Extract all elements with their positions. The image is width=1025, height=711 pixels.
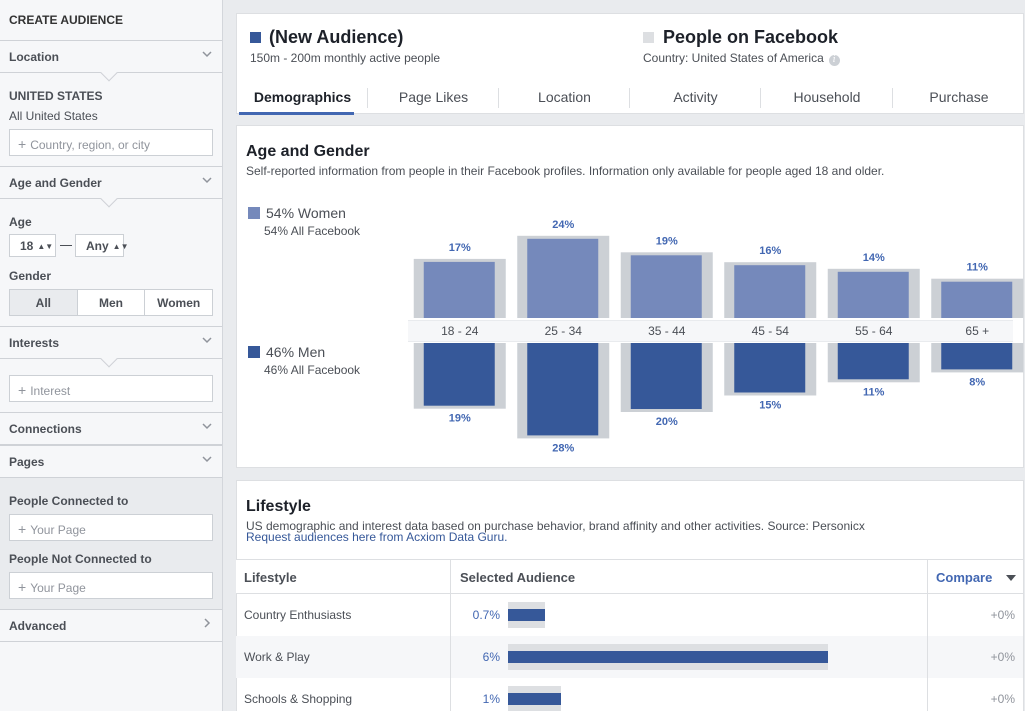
age-category-label: 25 - 34 xyxy=(545,324,583,338)
lifestyle-name: Country Enthusiasts xyxy=(244,608,352,622)
women-bar xyxy=(423,261,495,318)
men-bar xyxy=(630,343,702,409)
caret-down-icon xyxy=(1006,575,1016,581)
women-value-label: 24% xyxy=(552,219,574,231)
women-bar xyxy=(527,238,599,318)
lifestyle-bar xyxy=(508,609,546,621)
lifestyle-percent: 6% xyxy=(482,650,500,664)
men-value-label: 20% xyxy=(656,416,678,428)
age-category-label: 18 - 24 xyxy=(441,324,479,338)
women-value-label: 19% xyxy=(656,235,678,247)
lifestyle-compare: +0% xyxy=(990,608,1015,622)
men-bar xyxy=(734,343,806,393)
selected-audience-column-header: Selected Audience xyxy=(460,570,576,585)
column-separator xyxy=(450,559,451,711)
men-value-label: 15% xyxy=(759,400,781,412)
age-category-label: 35 - 44 xyxy=(648,324,686,338)
men-bar xyxy=(837,343,909,380)
acxiom-link[interactable]: Request audiences here from Acxiom Data … xyxy=(246,530,507,544)
compare-dropdown[interactable]: Compare xyxy=(936,570,992,585)
women-bar xyxy=(941,281,1013,318)
lifestyle-percent: 0.7% xyxy=(472,608,500,622)
lifestyle-row[interactable]: Schools & Shopping 1% +0% xyxy=(236,678,1023,711)
women-value-label: 16% xyxy=(759,245,781,257)
lifestyle-percent: 1% xyxy=(482,692,500,706)
women-value-label: 17% xyxy=(449,242,471,254)
lifestyle-row[interactable]: Work & Play 6% +0% xyxy=(236,636,1023,678)
women-bar xyxy=(630,255,702,318)
lifestyle-table-header: Lifestyle Selected Audience Compare xyxy=(236,559,1023,594)
age-category-label: 65 + xyxy=(965,324,989,338)
women-value-label: 11% xyxy=(967,262,989,274)
men-value-label: 28% xyxy=(552,442,574,454)
lifestyle-row[interactable]: Country Enthusiasts 0.7% +0% xyxy=(236,594,1023,636)
column-separator xyxy=(927,559,928,711)
women-value-label: 14% xyxy=(863,252,885,264)
compare-label: Compare xyxy=(936,570,993,585)
men-value-label: 8% xyxy=(969,376,985,388)
lifestyle-bar xyxy=(508,693,562,705)
lifestyle-compare: +0% xyxy=(990,650,1015,664)
men-value-label: 11% xyxy=(863,386,885,398)
lifestyle-compare: +0% xyxy=(990,692,1015,706)
lifestyle-name: Work & Play xyxy=(244,650,310,664)
women-bar xyxy=(734,265,806,318)
lifestyle-column-header: Lifestyle xyxy=(244,570,297,585)
men-bar xyxy=(423,343,495,406)
age-category-label: 55 - 64 xyxy=(855,324,893,338)
lifestyle-name: Schools & Shopping xyxy=(244,692,353,706)
men-bar xyxy=(941,343,1013,370)
age-category-label: 45 - 54 xyxy=(752,324,790,338)
women-bar xyxy=(837,271,909,318)
lifestyle-title: Lifestyle xyxy=(246,498,311,515)
lifestyle-bar xyxy=(508,651,828,663)
men-value-label: 19% xyxy=(449,413,471,425)
men-bar xyxy=(527,343,599,436)
